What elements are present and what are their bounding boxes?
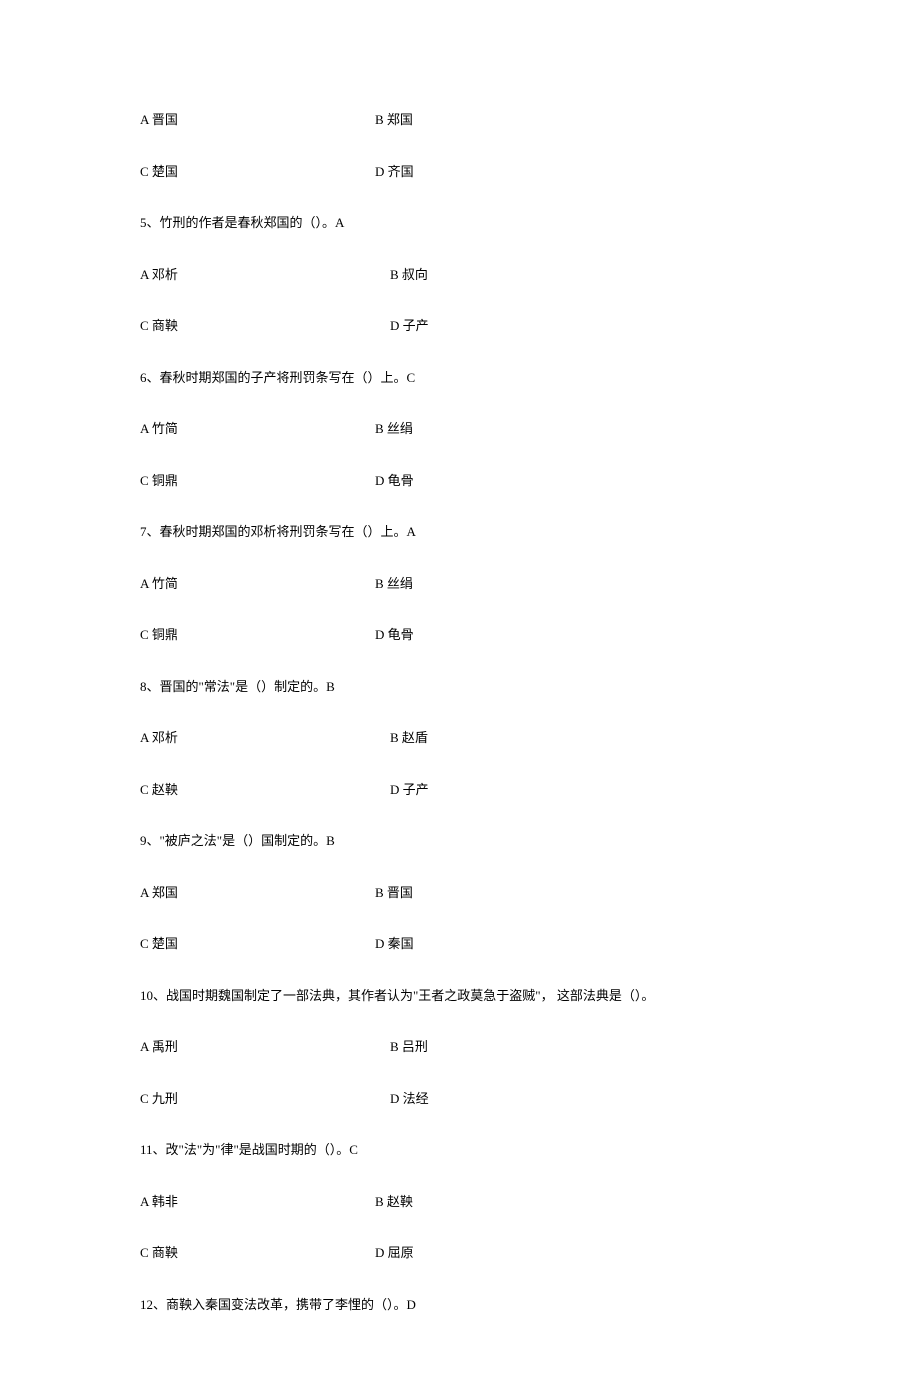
q9-options-row-2: C 楚国 D 秦国 — [140, 934, 780, 954]
q5-option-a: A 邓析 — [140, 265, 390, 285]
q10-option-a: A 禹刑 — [140, 1037, 390, 1057]
q11-option-a: A 韩非 — [140, 1192, 375, 1212]
q10-options-row-2: C 九刑 D 法经 — [140, 1089, 780, 1109]
q6-option-d: D 龟骨 — [375, 471, 780, 491]
q9-option-c: C 楚国 — [140, 934, 375, 954]
q5-text: 5、竹刑的作者是春秋郑国的（）。A — [140, 213, 780, 233]
q10-text: 10、战国时期魏国制定了一部法典，其作者认为"王者之政莫急于盗贼"， 这部法典是… — [140, 986, 780, 1006]
q9-option-d: D 秦国 — [375, 934, 780, 954]
q8-text: 8、晋国的"常法"是（）制定的。B — [140, 677, 780, 697]
q8-option-a: A 邓析 — [140, 728, 390, 748]
q6-text: 6、春秋时期郑国的子产将刑罚条写在（）上。C — [140, 368, 780, 388]
q10-options-row-1: A 禹刑 B 吕刑 — [140, 1037, 780, 1057]
q8-option-c: C 赵鞅 — [140, 780, 390, 800]
q7-option-d: D 龟骨 — [375, 625, 780, 645]
q7-text: 7、春秋时期郑国的邓析将刑罚条写在（）上。A — [140, 522, 780, 542]
q11-option-d: D 屈原 — [375, 1243, 780, 1263]
q6-options-row-2: C 铜鼎 D 龟骨 — [140, 471, 780, 491]
q5-option-d: D 子产 — [390, 316, 780, 336]
document-page: A 晋国 B 郑国 C 楚国 D 齐国 5、竹刑的作者是春秋郑国的（）。A A … — [0, 0, 920, 1394]
q4-options-row-1: A 晋国 B 郑国 — [140, 110, 780, 130]
q11-text: 11、改"法"为"律"是战国时期的（）。C — [140, 1140, 780, 1160]
q12-text: 12、商鞅入秦国变法改革，携带了李悝的（）。D — [140, 1295, 780, 1315]
q9-option-a: A 郑国 — [140, 883, 375, 903]
q4-option-c: C 楚国 — [140, 162, 375, 182]
q7-options-row-1: A 竹简 B 丝绢 — [140, 574, 780, 594]
q5-option-c: C 商鞅 — [140, 316, 390, 336]
q10-option-c: C 九刑 — [140, 1089, 390, 1109]
q8-option-b: B 赵盾 — [390, 728, 780, 748]
q11-option-b: B 赵鞅 — [375, 1192, 780, 1212]
q8-options-row-2: C 赵鞅 D 子产 — [140, 780, 780, 800]
q6-option-b: B 丝绢 — [375, 419, 780, 439]
q5-options-row-1: A 邓析 B 叔向 — [140, 265, 780, 285]
q6-option-a: A 竹简 — [140, 419, 375, 439]
q4-option-b: B 郑国 — [375, 110, 780, 130]
q5-option-b: B 叔向 — [390, 265, 780, 285]
q7-option-c: C 铜鼎 — [140, 625, 375, 645]
q11-options-row-1: A 韩非 B 赵鞅 — [140, 1192, 780, 1212]
q6-option-c: C 铜鼎 — [140, 471, 375, 491]
q8-options-row-1: A 邓析 B 赵盾 — [140, 728, 780, 748]
q9-text: 9、"被庐之法"是（）国制定的。B — [140, 831, 780, 851]
q7-option-b: B 丝绢 — [375, 574, 780, 594]
q4-options-row-2: C 楚国 D 齐国 — [140, 162, 780, 182]
q11-options-row-2: C 商鞅 D 屈原 — [140, 1243, 780, 1263]
q9-option-b: B 晋国 — [375, 883, 780, 903]
q10-option-d: D 法经 — [390, 1089, 780, 1109]
q6-options-row-1: A 竹简 B 丝绢 — [140, 419, 780, 439]
q5-options-row-2: C 商鞅 D 子产 — [140, 316, 780, 336]
q4-option-d: D 齐国 — [375, 162, 780, 182]
q9-options-row-1: A 郑国 B 晋国 — [140, 883, 780, 903]
q8-option-d: D 子产 — [390, 780, 780, 800]
q11-option-c: C 商鞅 — [140, 1243, 375, 1263]
q4-option-a: A 晋国 — [140, 110, 375, 130]
q7-options-row-2: C 铜鼎 D 龟骨 — [140, 625, 780, 645]
q7-option-a: A 竹简 — [140, 574, 375, 594]
q10-option-b: B 吕刑 — [390, 1037, 780, 1057]
